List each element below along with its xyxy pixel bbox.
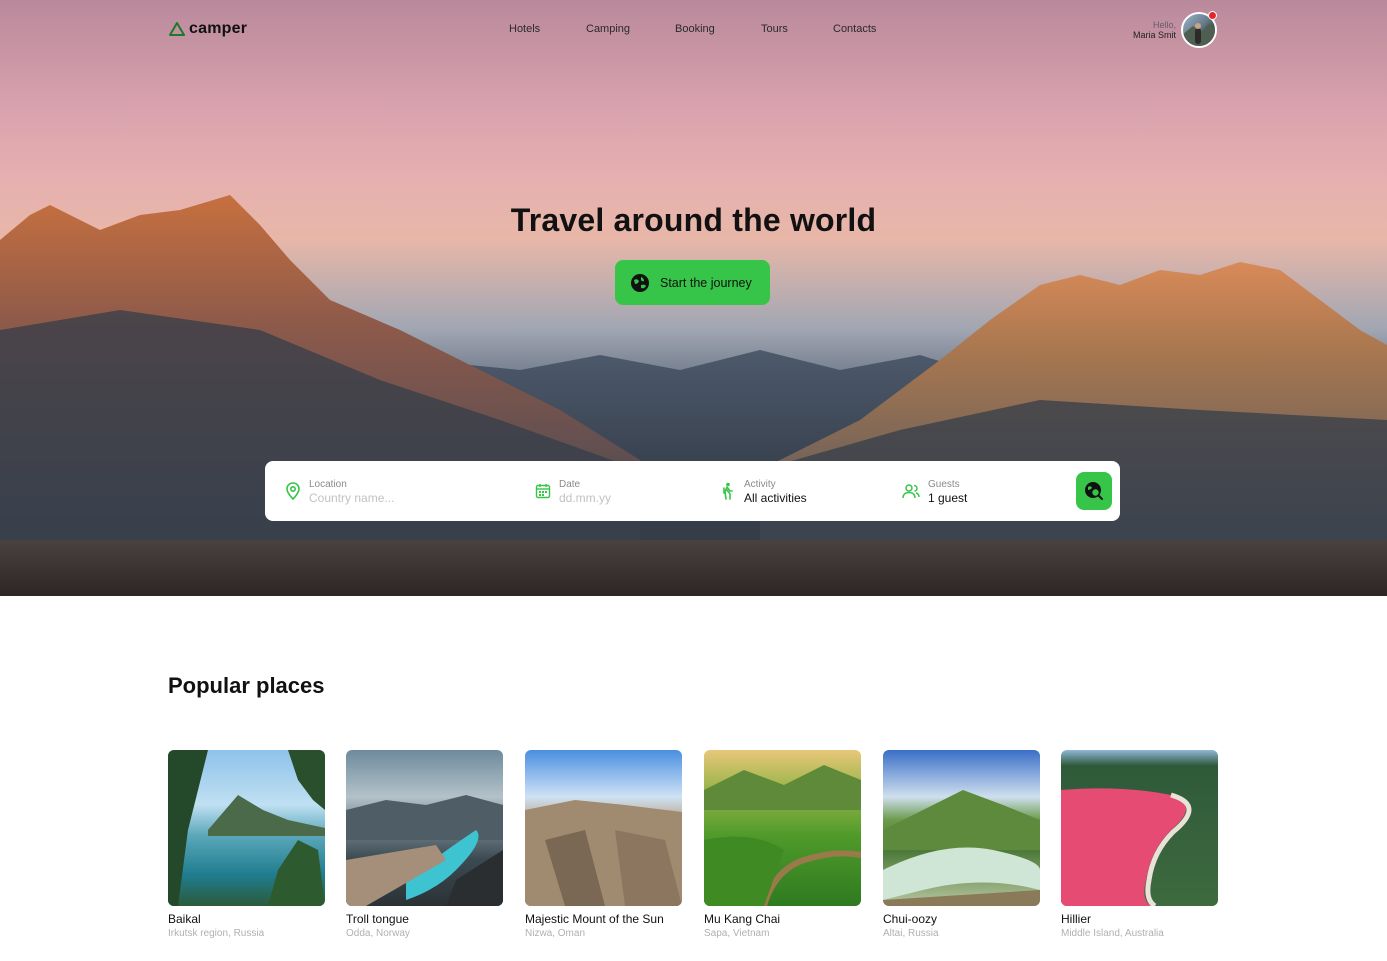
popular-places-list: Baikal Irkutsk region, Russia Troll tong… bbox=[168, 750, 1218, 950]
place-photo-chui-oozy bbox=[883, 790, 1040, 906]
hero-section: camper Hotels Camping Booking Tours Cont… bbox=[0, 0, 1387, 596]
place-image-hillier bbox=[1061, 750, 1218, 906]
place-name: Hillier bbox=[1061, 912, 1091, 926]
date-field[interactable]: Date dd.mm.yy bbox=[535, 461, 695, 521]
place-photo-troll-tongue bbox=[346, 795, 503, 906]
place-image-chui-oozy bbox=[883, 750, 1040, 906]
activity-label: Activity bbox=[744, 478, 776, 490]
place-card-majestic-mount[interactable]: Majestic Mount of the Sun Nizwa, Oman bbox=[525, 750, 682, 939]
place-image-majestic-mount bbox=[525, 750, 682, 906]
place-region: Nizwa, Oman bbox=[525, 928, 586, 939]
user-name: Maria Smit bbox=[1132, 30, 1176, 40]
place-region: Odda, Norway bbox=[346, 928, 410, 939]
calendar-icon bbox=[535, 484, 551, 499]
place-card-troll-tongue[interactable]: Troll tongue Odda, Norway bbox=[346, 750, 503, 939]
user-greeting: Hello, bbox=[1152, 20, 1176, 30]
start-journey-button[interactable]: Start the journey bbox=[615, 260, 770, 305]
nav-item-tours[interactable]: Tours bbox=[761, 23, 788, 35]
place-image-troll-tongue bbox=[346, 750, 503, 906]
place-card-baikal[interactable]: Baikal Irkutsk region, Russia bbox=[168, 750, 325, 939]
search-globe-icon bbox=[1085, 482, 1103, 500]
hero-title: Travel around the world bbox=[510, 202, 877, 238]
nav-item-hotels[interactable]: Hotels bbox=[509, 23, 540, 35]
user-greeting-block: Hello, Maria Smit bbox=[1133, 20, 1176, 40]
place-image-mu-kang-chai bbox=[704, 750, 861, 906]
place-name: Chui-oozy bbox=[883, 912, 938, 926]
hiker-icon bbox=[723, 482, 733, 500]
nav-item-contacts[interactable]: Contacts bbox=[833, 23, 876, 35]
place-image-baikal bbox=[168, 750, 325, 906]
place-photo-baikal bbox=[168, 750, 325, 906]
nav-item-camping[interactable]: Camping bbox=[586, 23, 630, 35]
location-field[interactable]: Location Country name... bbox=[285, 461, 515, 521]
place-photo-mu-kang-chai bbox=[704, 765, 861, 906]
place-region: Sapa, Vietnam bbox=[704, 928, 770, 939]
place-region: Irkutsk region, Russia bbox=[168, 928, 265, 939]
place-name: Mu Kang Chai bbox=[704, 912, 781, 926]
location-label: Location bbox=[309, 478, 347, 490]
users-icon bbox=[902, 484, 920, 499]
globe-icon bbox=[631, 273, 649, 292]
notification-badge bbox=[1208, 11, 1217, 20]
date-label: Date bbox=[559, 478, 581, 490]
activity-field[interactable]: Activity All activities bbox=[720, 461, 880, 521]
place-card-chui-oozy[interactable]: Chui-oozy Altai, Russia bbox=[883, 750, 1040, 939]
place-region: Altai, Russia bbox=[883, 928, 939, 939]
place-photo-hillier bbox=[1061, 788, 1192, 906]
start-journey-label: Start the journey bbox=[660, 275, 752, 290]
activity-select[interactable]: All activities bbox=[744, 492, 807, 504]
place-card-hillier[interactable]: Hillier Middle Island, Australia bbox=[1061, 750, 1218, 939]
place-region: Middle Island, Australia bbox=[1061, 928, 1164, 939]
place-photo-majestic-mount bbox=[525, 800, 682, 906]
place-name: Troll tongue bbox=[346, 912, 409, 926]
guests-select[interactable]: 1 guest bbox=[928, 492, 967, 504]
nav-item-booking[interactable]: Booking bbox=[675, 23, 715, 35]
popular-places-title: Popular places bbox=[168, 673, 325, 698]
user-menu[interactable]: Hello, Maria Smit bbox=[1112, 11, 1222, 52]
search-button[interactable] bbox=[1076, 472, 1112, 510]
search-bar: Location Country name... Date dd.mm.yy A… bbox=[265, 461, 1120, 521]
place-name: Majestic Mount of the Sun bbox=[525, 912, 664, 926]
place-card-mu-kang-chai[interactable]: Mu Kang Chai Sapa, Vietnam bbox=[704, 750, 861, 939]
location-pin-icon bbox=[286, 482, 300, 500]
guests-field[interactable]: Guests 1 guest bbox=[902, 461, 1052, 521]
place-name: Baikal bbox=[168, 912, 201, 926]
guests-label: Guests bbox=[928, 478, 960, 490]
date-input[interactable]: dd.mm.yy bbox=[559, 492, 611, 504]
location-input[interactable]: Country name... bbox=[309, 492, 394, 504]
